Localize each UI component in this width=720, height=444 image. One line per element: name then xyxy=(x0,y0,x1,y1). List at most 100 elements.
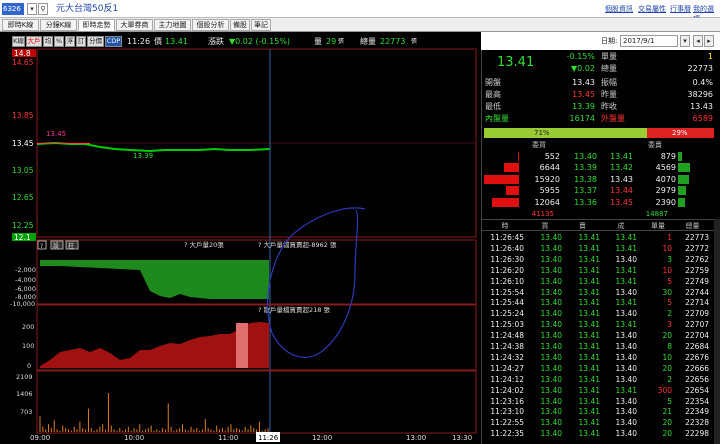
tick-cell: 13.41 xyxy=(615,265,637,275)
tick-cell: 10 xyxy=(662,352,672,362)
symbol-input[interactable]: 6326 xyxy=(2,3,24,15)
stat-value: 38296 xyxy=(687,90,713,99)
search-icon[interactable]: ⚲ xyxy=(38,3,48,15)
tick-cell: 13.40 xyxy=(540,309,562,319)
tick-cell: 13.41 xyxy=(578,243,600,253)
sub1-tick: -10,000 xyxy=(10,300,35,308)
tick-cell: 22749 xyxy=(685,276,709,286)
avg-button[interactable]: 均 xyxy=(43,36,53,47)
tick-cell: 13.41 xyxy=(578,342,600,351)
ask-qty: 2979 xyxy=(655,186,676,196)
tick-cell: 13.40 xyxy=(615,309,637,319)
in-out-ratio-bar: 71% 29% xyxy=(484,128,714,138)
unit-vol-label: 單量 xyxy=(601,52,617,61)
stat-label: 開盤 xyxy=(485,78,501,87)
tick-cell: 13.40 xyxy=(540,287,562,297)
tick-cell: 13.40 xyxy=(540,396,562,406)
symbol-name: 元大台灣50反1 xyxy=(56,4,119,14)
bid-depth-bar xyxy=(517,152,519,161)
price-dist-button[interactable]: 分價 xyxy=(87,36,104,47)
cdp-button[interactable]: CDP xyxy=(105,36,122,47)
tick-cell: 13.40 xyxy=(540,331,562,341)
tick-cell: 11:26:45 xyxy=(490,233,524,242)
float-button[interactable]: 浮 xyxy=(65,36,75,47)
price-label: 價 xyxy=(154,37,162,46)
kline-button[interactable]: K線 xyxy=(12,36,25,47)
tick-col-header: 單量 xyxy=(651,222,665,230)
tab-notes[interactable]: 筆記 xyxy=(251,19,271,31)
last-price: 13.41 xyxy=(497,55,535,70)
time-tick: 09:00 xyxy=(30,434,50,442)
tab-realtime-k[interactable]: 即時K線 xyxy=(2,19,39,31)
date-input[interactable]: 2017/9/1 xyxy=(620,35,678,47)
tab-realtime-trend[interactable]: 即時走勢 xyxy=(78,19,115,31)
chart-toolbar: K線 大戶 均 % 浮 訂 分價 CDP 11:26 價 13.41 漲跌 ▼0… xyxy=(8,35,480,48)
ask-depth-bar xyxy=(678,197,685,207)
ask-depth-bar xyxy=(678,163,691,173)
tab-big-brokers[interactable]: 大單券商 xyxy=(116,19,153,31)
tick-cell: 13.41 xyxy=(578,287,600,297)
tick-cell: 22762 xyxy=(685,254,709,264)
symbol-dropdown-icon[interactable]: ▾ xyxy=(27,3,37,15)
stat-value: 16174 xyxy=(569,114,595,123)
tick-cell: 13.41 xyxy=(615,320,637,330)
tab-bar: 即時K線 分鐘K線 即時走勢 大單券商 主力地圖 個股分析 備股 筆記 xyxy=(0,18,720,32)
sub1-label1: ? 大戶量20張 xyxy=(184,240,224,249)
bid-qty: 552 xyxy=(544,152,560,161)
tick-cell: 11:22:35 xyxy=(490,429,524,439)
tick-scrollbar[interactable] xyxy=(714,219,720,444)
tick-cell: 11:26:10 xyxy=(490,276,524,286)
bighand-button[interactable]: 大戶 xyxy=(26,36,42,47)
tab-main-force-map[interactable]: 主力地圖 xyxy=(154,19,191,31)
tick-cell: 11:23:16 xyxy=(490,396,524,406)
link-stock-info[interactable]: 個股資訊 xyxy=(605,4,633,14)
tick-cell: 13.41 xyxy=(578,265,600,275)
percent-button[interactable]: % xyxy=(54,36,64,47)
tab-backup[interactable]: 備股 xyxy=(230,19,250,31)
stat-label: 最高 xyxy=(485,90,501,99)
tick-cell: 22656 xyxy=(685,374,709,384)
change-label: 漲跌 xyxy=(208,37,224,46)
bid-depth-bar xyxy=(484,174,519,184)
sub2-label: ? 散戶量檔買賣超218 張 xyxy=(258,305,331,314)
time-tick: 13:00 xyxy=(406,434,426,442)
sub1-settings-label: 設 xyxy=(53,242,59,250)
bid-depth-bar xyxy=(492,197,519,207)
tick-cell: 22328 xyxy=(685,418,709,428)
tick-cell: 30 xyxy=(662,287,672,297)
tick-cell: 13.41 xyxy=(578,407,600,417)
sub1-tick: -6,000 xyxy=(15,285,36,293)
time-tick: 11:26 xyxy=(258,434,279,442)
stat-value: 13.45 xyxy=(572,90,595,99)
tab-stock-analysis[interactable]: 個股分析 xyxy=(192,19,229,31)
tick-cell: 22354 xyxy=(685,396,709,406)
tick-cell: 13.40 xyxy=(540,374,562,384)
link-trade-attr[interactable]: 交易屬性 xyxy=(638,4,666,14)
tab-minute-k[interactable]: 分鐘K線 xyxy=(40,19,77,31)
intraday-chart[interactable]: 14.8 14.65 13.85 13.45 13.05 12.65 12.25… xyxy=(0,48,481,444)
tick-cell: 13.41 xyxy=(578,385,600,395)
stat-label: 昨量 xyxy=(601,90,617,99)
tick-col-header: 時 xyxy=(501,222,509,230)
tick-cell: 13.41 xyxy=(578,374,600,384)
tick-cell: 20 xyxy=(662,331,672,341)
tick-cell: 13.41 xyxy=(615,385,637,395)
tick-cell: 13.40 xyxy=(615,331,637,341)
tick-cell: 22744 xyxy=(685,287,709,297)
tick-cell: 8 xyxy=(667,342,672,351)
link-calendar[interactable]: 行事曆 xyxy=(670,4,691,14)
tick-cell: 13.40 xyxy=(615,374,637,384)
stat-label: 最低 xyxy=(485,102,501,111)
next-day-icon[interactable]: ▸ xyxy=(704,35,714,47)
tick-cell: 13.41 xyxy=(578,352,600,362)
subscribe-button[interactable]: 訂 xyxy=(76,36,86,47)
tick-cell: 13.41 xyxy=(615,243,637,253)
tick-cell: 13.40 xyxy=(540,298,562,308)
tick-cell: 22654 xyxy=(685,385,709,395)
date-dropdown-icon[interactable]: ▾ xyxy=(680,35,690,47)
tick-cell: 13.40 xyxy=(540,233,562,242)
prev-day-icon[interactable]: ◂ xyxy=(693,35,703,47)
vol-value: 29 xyxy=(326,37,337,46)
stat-value: 13.43 xyxy=(572,78,595,87)
bid-qty: 5955 xyxy=(539,186,560,196)
